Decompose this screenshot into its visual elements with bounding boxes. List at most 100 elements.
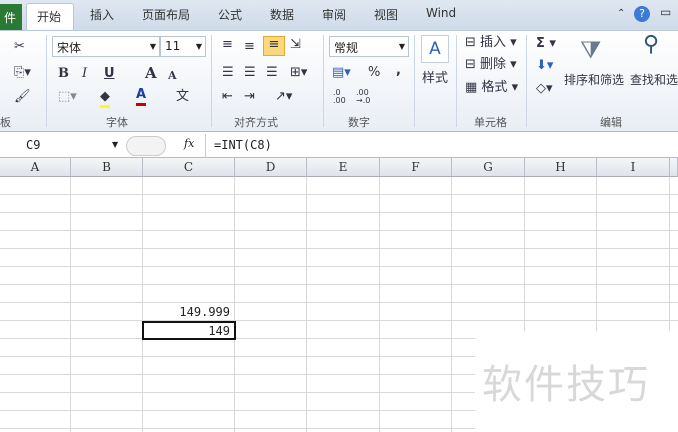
align-bottom-icon[interactable]: ≡: [263, 36, 285, 56]
group-font-label: 字体: [106, 116, 128, 129]
merge-center-icon[interactable]: ⊞▾: [290, 65, 307, 81]
column-header-h[interactable]: H: [525, 158, 597, 177]
cell-c9-selected[interactable]: 149: [142, 321, 236, 340]
format-label: 格式: [481, 80, 508, 95]
formula-input[interactable]: =INT(C8): [205, 134, 678, 158]
tab-wind[interactable]: Wind: [426, 6, 456, 20]
font-color-button[interactable]: A: [136, 87, 147, 106]
bold-button[interactable]: B: [58, 66, 69, 82]
ribbon-tabs: 件 开始 插入 页面布局 公式 数据 审阅 视图 Wind ⌃ ? ▭: [0, 0, 678, 31]
column-header-a[interactable]: A: [0, 158, 71, 177]
divider: [526, 35, 527, 127]
decrease-indent-icon[interactable]: ⇤: [222, 89, 233, 105]
fill-color-icon[interactable]: ◆: [100, 89, 110, 108]
tab-review[interactable]: 审阅: [322, 6, 346, 23]
underline-button[interactable]: U: [104, 66, 115, 82]
align-middle-icon[interactable]: ≡: [244, 39, 255, 55]
clear-icon[interactable]: ◇▾: [536, 81, 553, 97]
name-box[interactable]: C9: [0, 136, 124, 156]
font-size-select[interactable]: 11 ▼: [160, 36, 206, 57]
chevron-down-icon: ▼: [149, 42, 156, 51]
comma-button[interactable]: ,: [396, 63, 401, 79]
font-size-value: 11: [165, 39, 181, 53]
column-header-e[interactable]: E: [307, 158, 380, 177]
copy-icon[interactable]: ⎘▾: [14, 65, 31, 81]
sigma-icon: Σ: [536, 36, 545, 51]
column-header-f[interactable]: F: [380, 158, 452, 177]
find-select-icon[interactable]: ⚲: [643, 34, 659, 56]
tab-data[interactable]: 数据: [270, 6, 294, 23]
sort-filter-button[interactable]: 排序和筛选: [564, 72, 624, 88]
grow-font-button[interactable]: A: [145, 65, 157, 81]
delete-label: 删除: [480, 57, 507, 72]
align-center-icon[interactable]: ☰: [244, 65, 256, 81]
group-cells-label: 单元格: [474, 116, 507, 129]
gridline: [451, 177, 452, 432]
fill-icon[interactable]: ⬇▾: [536, 58, 553, 74]
cut-icon[interactable]: ✂: [14, 39, 25, 55]
group-alignment-label: 对齐方式: [234, 116, 278, 129]
column-header-g[interactable]: G: [452, 158, 525, 177]
insert-cells-button[interactable]: ⊟ 插入 ▾: [465, 35, 517, 51]
align-top-icon[interactable]: ≡: [222, 37, 233, 53]
format-painter-icon[interactable]: 🖌: [14, 89, 31, 105]
column-header-j[interactable]: [670, 158, 678, 177]
tab-file[interactable]: 件: [0, 4, 22, 30]
increase-indent-icon[interactable]: ⇥: [244, 89, 255, 105]
orientation-icon[interactable]: ↗▾: [275, 89, 292, 105]
sort-filter-icon[interactable]: ⧩: [580, 35, 601, 65]
fx-icon[interactable]: fx: [184, 137, 194, 150]
chevron-down-icon: ▼: [398, 42, 405, 51]
delete-cells-button[interactable]: ⊟ 删除 ▾: [465, 57, 517, 73]
ribbon: ✂ ⎘▾ 🖌 板 宋体 ▼ 11 ▼ B I U A A ⬚▾ ◆ A 文 字体 ≡…: [0, 30, 678, 132]
divider: [46, 35, 47, 127]
align-right-icon[interactable]: ☰: [266, 65, 278, 81]
insert-label: 插入: [480, 35, 507, 50]
column-header-b[interactable]: B: [71, 158, 143, 177]
cell-c8[interactable]: 149.999: [143, 304, 234, 321]
decrease-decimal-button[interactable]: .00 →.0: [356, 89, 370, 105]
wrap-text-icon[interactable]: ⇲: [290, 37, 301, 53]
number-format-value: 常规: [334, 41, 359, 55]
chevron-down-icon: ▼: [195, 42, 202, 51]
minimize-ribbon-icon[interactable]: ⌃: [617, 8, 625, 19]
divider: [211, 35, 212, 127]
tab-home[interactable]: 开始: [26, 3, 74, 31]
styles-button[interactable]: 样式: [422, 71, 448, 87]
shrink-font-button[interactable]: A: [168, 68, 177, 84]
column-header-i[interactable]: I: [597, 158, 670, 177]
align-left-icon[interactable]: ☰: [222, 65, 234, 81]
chevron-down-icon[interactable]: ▼: [112, 140, 118, 149]
tab-formulas[interactable]: 公式: [218, 6, 242, 23]
watermark: 软件技巧: [482, 362, 650, 408]
font-name-value: 宋体: [57, 41, 82, 55]
tab-view[interactable]: 视图: [374, 6, 398, 23]
italic-button[interactable]: I: [82, 66, 87, 82]
column-header-c[interactable]: C: [143, 158, 235, 177]
gridline: [379, 177, 380, 432]
tab-insert[interactable]: 插入: [90, 6, 114, 23]
gridline: [306, 177, 307, 432]
group-clipboard-label: 板: [0, 116, 11, 129]
autosum-button[interactable]: Σ ▾: [536, 36, 556, 52]
window-minimize-icon[interactable]: ▭: [660, 5, 671, 19]
font-name-select[interactable]: 宋体 ▼: [52, 36, 160, 57]
format-cells-button[interactable]: ▦ 格式 ▾: [465, 80, 518, 96]
gridline: [70, 177, 71, 432]
column-header-d[interactable]: D: [235, 158, 307, 177]
group-editing-label: 编辑: [600, 116, 622, 129]
find-select-button[interactable]: 查找和选: [630, 72, 678, 88]
tab-page-layout[interactable]: 页面布局: [142, 6, 190, 23]
accounting-format-icon[interactable]: ▤▾: [332, 65, 351, 81]
styles-icon[interactable]: A: [421, 35, 449, 63]
number-format-select[interactable]: 常规 ▼: [329, 36, 409, 57]
help-icon[interactable]: ?: [634, 6, 650, 22]
phonetic-icon[interactable]: 文: [176, 89, 189, 105]
increase-decimal-button[interactable]: .0 .00: [333, 89, 346, 105]
divider: [414, 35, 415, 127]
formula-bar: C9 ▼ fx =INT(C8): [0, 134, 678, 158]
group-number-label: 数字: [348, 116, 370, 129]
splitter-handle[interactable]: [126, 136, 166, 156]
borders-icon[interactable]: ⬚▾: [58, 89, 77, 105]
percent-button[interactable]: %: [368, 65, 380, 81]
